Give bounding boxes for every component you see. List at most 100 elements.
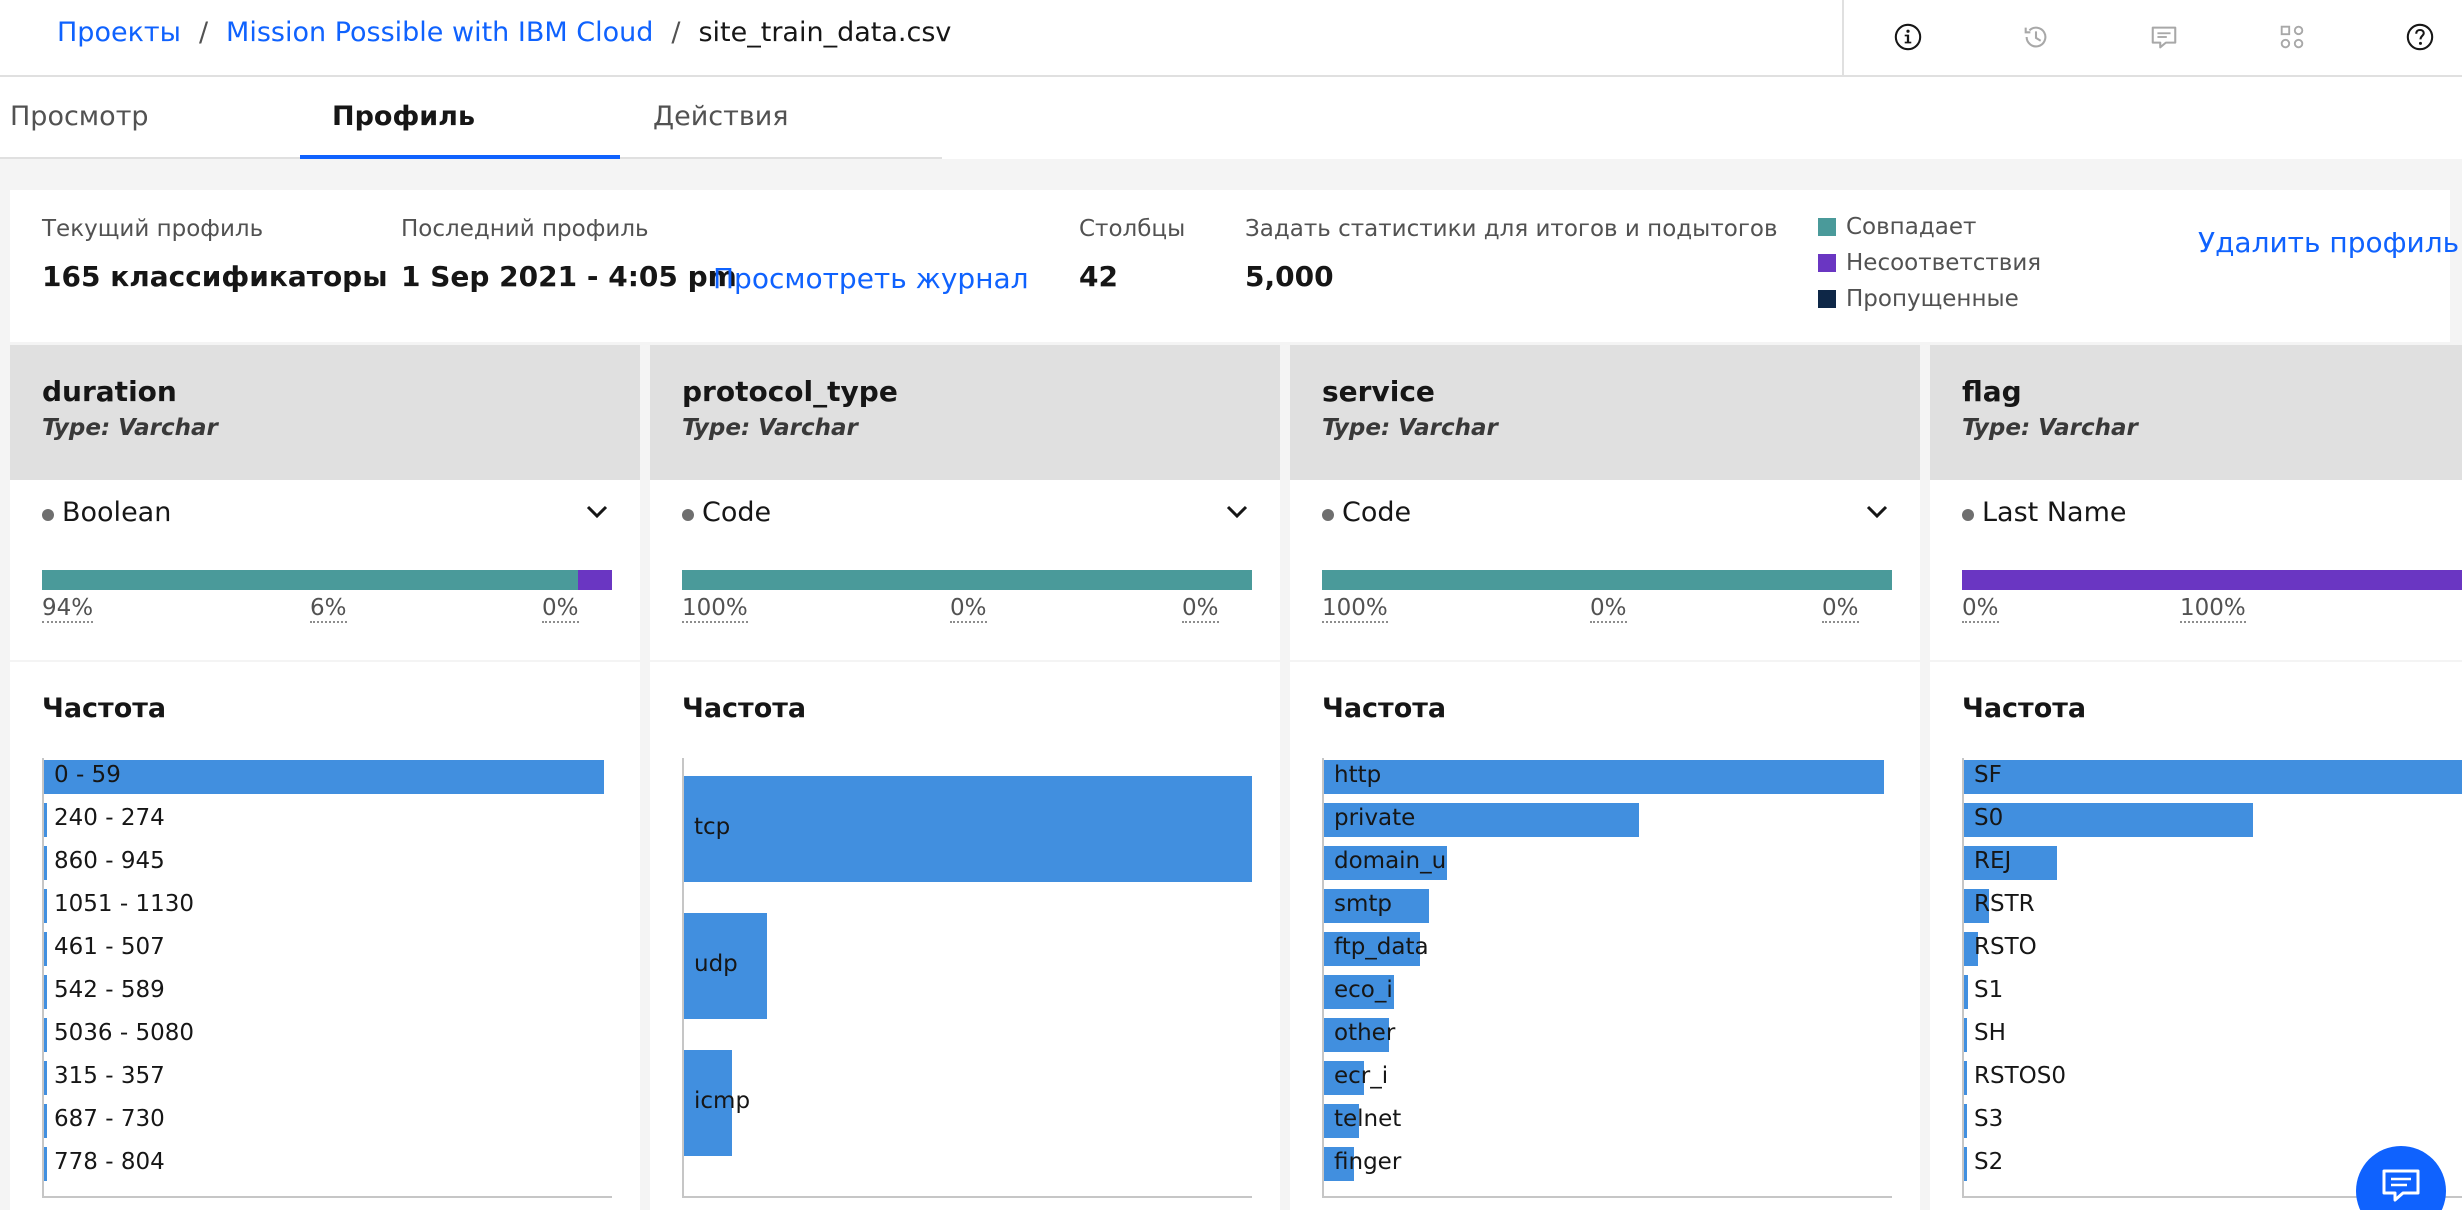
- chevron-down-icon[interactable]: [582, 497, 612, 527]
- frequency-title: Частота: [1962, 693, 2087, 724]
- activity-icon[interactable]: [2275, 20, 2309, 54]
- column-name: duration: [42, 375, 177, 408]
- quality-missing-percent: 0%: [542, 595, 579, 623]
- delete-profile-link[interactable]: Удалить профиль: [2198, 226, 2459, 259]
- legend-label: Пропущенные: [1846, 286, 2019, 312]
- frequency-row: 1051 - 1130: [44, 889, 604, 923]
- frequency-label: S1: [1974, 977, 2004, 1003]
- stats-value: 5,000: [1245, 260, 1334, 293]
- column-type: Type: Varchar: [42, 415, 218, 441]
- frequency-label: 860 - 945: [54, 848, 165, 874]
- frequency-bar: [1964, 1061, 1967, 1095]
- frequency-label: 1051 - 1130: [54, 891, 194, 917]
- comment-icon[interactable]: [2147, 20, 2181, 54]
- chevron-down-icon[interactable]: [1862, 497, 1892, 527]
- chevron-down-icon[interactable]: [1222, 497, 1252, 527]
- quality-match-percent: 100%: [1322, 595, 1388, 623]
- frequency-label: 778 - 804: [54, 1149, 165, 1175]
- frequency-row: 687 - 730: [44, 1104, 604, 1138]
- quality-bar-mismatch: [1962, 570, 2462, 590]
- frequency-label: tcp: [694, 814, 731, 840]
- frequency-label: RSTOS0: [1974, 1063, 2066, 1089]
- breadcrumb-separator: /: [671, 17, 681, 48]
- frequency-row: ftp_data: [1324, 932, 1884, 966]
- frequency-label: telnet: [1334, 1106, 1402, 1132]
- frequency-label: 687 - 730: [54, 1106, 165, 1132]
- legend-match: Совпадает: [1818, 214, 1976, 240]
- frequency-label: 542 - 589: [54, 977, 165, 1003]
- tab-actions[interactable]: Действия: [653, 77, 789, 159]
- frequency-label: S0: [1974, 805, 2004, 831]
- frequency-bar: [1324, 760, 1884, 794]
- help-icon[interactable]: [2403, 20, 2437, 54]
- columns-value: 42: [1079, 260, 1118, 293]
- frequency-bar: [1964, 760, 2462, 794]
- frequency-label: private: [1334, 805, 1416, 831]
- classification-dropdown[interactable]: Last Name: [1962, 495, 2462, 535]
- frequency-bar: [1964, 975, 1969, 1009]
- frequency-bar: [44, 1104, 47, 1138]
- frequency-label: 461 - 507: [54, 934, 165, 960]
- frequency-label: other: [1334, 1020, 1396, 1046]
- frequency-label: SF: [1974, 762, 2002, 788]
- classification-label: Last Name: [1982, 497, 2127, 528]
- status-dot: [1322, 509, 1334, 521]
- frequency-chart: tcp udp icmp: [682, 758, 1252, 1198]
- frequency-row: S1: [1964, 975, 2462, 1009]
- classification-dropdown[interactable]: Boolean: [42, 495, 612, 535]
- classification-label: Boolean: [62, 497, 172, 528]
- breadcrumb-current-file: site_train_data.csv: [698, 17, 952, 48]
- legend-label: Несоответствия: [1846, 250, 2042, 276]
- section-divider: [1930, 660, 2462, 662]
- frequency-label: udp: [694, 951, 738, 977]
- classification-dropdown[interactable]: Code: [682, 495, 1252, 535]
- frequency-label: eco_i: [1334, 977, 1393, 1003]
- frequency-bar: [44, 803, 47, 837]
- frequency-label: SH: [1974, 1020, 2006, 1046]
- frequency-label: REJ: [1974, 848, 2012, 874]
- stats-label: Задать статистики для итогов и подытогов: [1245, 216, 1778, 242]
- section-divider: [1290, 660, 1920, 662]
- column-type: Type: Varchar: [1322, 415, 1498, 441]
- frequency-title: Частота: [682, 693, 807, 724]
- frequency-bar: [1964, 1018, 1968, 1052]
- breadcrumb-project-link[interactable]: Mission Possible with IBM Cloud: [226, 17, 653, 48]
- breadcrumb-separator: /: [198, 17, 209, 48]
- tab-preview[interactable]: Просмотр: [10, 77, 149, 159]
- quality-bar: [682, 570, 1252, 590]
- frequency-row: 542 - 589: [44, 975, 604, 1009]
- column-name: service: [1322, 375, 1435, 408]
- frequency-bar: [1964, 1147, 1967, 1181]
- legend-mismatch: Несоответствия: [1818, 250, 2041, 276]
- classification-label: Code: [1342, 497, 1412, 528]
- column-header: protocol_type Type: Varchar: [650, 345, 1280, 480]
- frequency-label: S2: [1974, 1149, 2004, 1175]
- frequency-row: icmp: [684, 1050, 1252, 1156]
- frequency-label: S3: [1974, 1106, 2004, 1132]
- classification-dropdown[interactable]: Code: [1322, 495, 1892, 535]
- tab-profile[interactable]: Профиль: [332, 77, 475, 159]
- frequency-label: 5036 - 5080: [54, 1020, 194, 1046]
- frequency-row: SH: [1964, 1018, 2462, 1052]
- frequency-label: RSTR: [1974, 891, 2035, 917]
- legend-missing: Пропущенные: [1818, 286, 2019, 312]
- frequency-row: other: [1324, 1018, 1884, 1052]
- status-dot: [42, 509, 54, 521]
- column-name: flag: [1962, 375, 2022, 408]
- frequency-chart: http private domain_u smtp ftp_data eco_i othe…: [1322, 758, 1892, 1198]
- frequency-row: 778 - 804: [44, 1147, 604, 1181]
- quality-bar-match: [42, 570, 578, 590]
- frequency-row: REJ: [1964, 846, 2462, 880]
- quality-bar-match: [1322, 570, 1892, 590]
- history-icon[interactable]: [2019, 20, 2053, 54]
- frequency-label: 240 - 274: [54, 805, 165, 831]
- column-card-service: service Type: Varchar Code 100% 0% 0% Частота h…: [1290, 345, 1920, 1210]
- frequency-bar: [44, 1018, 47, 1052]
- frequency-row: tcp: [684, 776, 1252, 882]
- frequency-row: RSTR: [1964, 889, 2462, 923]
- info-icon[interactable]: [1891, 20, 1925, 54]
- breadcrumb-projects-link[interactable]: Проекты: [57, 17, 181, 48]
- view-log-link[interactable]: Просмотреть журнал: [713, 262, 1029, 295]
- quality-bar: [1962, 570, 2462, 590]
- section-divider: [10, 660, 640, 662]
